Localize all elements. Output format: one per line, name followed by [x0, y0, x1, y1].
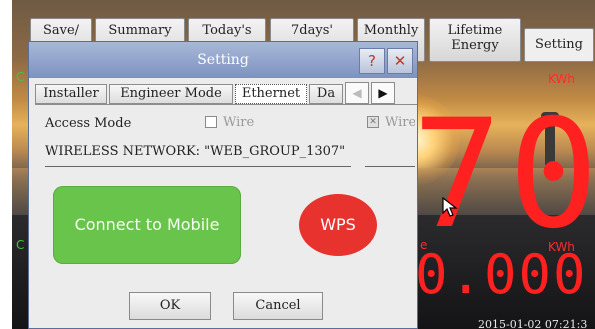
tab-save-label: Save/ [42, 23, 80, 38]
tab-ethernet[interactable]: Ethernet [235, 84, 307, 104]
tab-scroll-right-button[interactable]: ▶ [371, 82, 395, 104]
wireless-checkbox-label: Wire [385, 115, 415, 130]
wps-label: WPS [320, 215, 356, 234]
connect-to-mobile-button[interactable]: Connect to Mobile [53, 186, 241, 264]
help-button[interactable]: ? [359, 48, 385, 74]
tab-data-label: Da [316, 86, 336, 101]
timestamp: 2015-01-02 07:21:3 [478, 318, 588, 329]
ok-button[interactable]: OK [129, 292, 211, 320]
network-divider [45, 166, 351, 167]
tab-data[interactable]: Da [309, 84, 343, 104]
connect-to-mobile-label: Connect to Mobile [74, 215, 220, 234]
screen: Save/ Summary Today's 7days' Monthly Lif… [0, 0, 595, 329]
wps-button[interactable]: WPS [299, 194, 377, 256]
wire-checkbox-label: Wire [223, 115, 255, 130]
tab-ethernet-label: Ethernet [241, 86, 301, 101]
tab-todays-label: Today's [202, 23, 252, 38]
chevron-left-icon: ◀ [352, 86, 362, 100]
tab-engineer-mode-label: Engineer Mode [120, 86, 222, 101]
tab-installer-label: Installer [43, 86, 99, 101]
close-button[interactable]: ✕ [387, 48, 413, 74]
checkbox-check-icon: ✕ [369, 117, 377, 127]
tab-setting-label: Setting [535, 37, 583, 52]
unit-top: KWh [548, 72, 575, 86]
wireless-checkbox[interactable]: ✕ [367, 116, 379, 128]
setting-dialog: Setting ? ✕ Installer Engineer Mode Ethe… [28, 41, 418, 329]
ok-label: OK [159, 298, 181, 313]
green-mark-top: C [16, 70, 25, 84]
tab-installer[interactable]: Installer [35, 84, 107, 104]
green-mark-bottom: C [16, 238, 25, 252]
tab-monthly-label: Monthly [363, 23, 419, 38]
tab-scroll-left-button[interactable]: ◀ [345, 82, 369, 104]
tab-7days-label: 7days' [291, 23, 333, 38]
mouse-pointer-icon [442, 197, 458, 217]
cancel-label: Cancel [255, 298, 301, 313]
wireless-network-text: WIRELESS NETWORK: "WEB_GROUP_1307" [45, 144, 346, 159]
chevron-right-icon: ▶ [378, 86, 388, 100]
tab-lifetime-label-1: Lifetime [447, 23, 503, 38]
tab-summary-label: Summary [108, 23, 172, 38]
tab-lifetime-label-2: Energy [451, 38, 499, 53]
close-icon: ✕ [393, 52, 407, 70]
energy-big-value: 70 [412, 88, 595, 262]
help-icon: ? [368, 52, 376, 70]
cancel-button[interactable]: Cancel [233, 292, 323, 320]
access-mode-label: Access Mode [45, 116, 132, 131]
energy-small-value: 0.000 [415, 243, 588, 306]
dialog-titlebar: Setting ? ✕ [29, 42, 417, 78]
network-divider-2 [365, 166, 415, 167]
tab-lifetime-energy[interactable]: Lifetime Energy [429, 18, 521, 62]
tab-engineer-mode[interactable]: Engineer Mode [109, 84, 233, 104]
tab-setting[interactable]: Setting [524, 28, 594, 62]
wire-checkbox[interactable] [205, 116, 217, 128]
red-mark: e [420, 238, 428, 252]
